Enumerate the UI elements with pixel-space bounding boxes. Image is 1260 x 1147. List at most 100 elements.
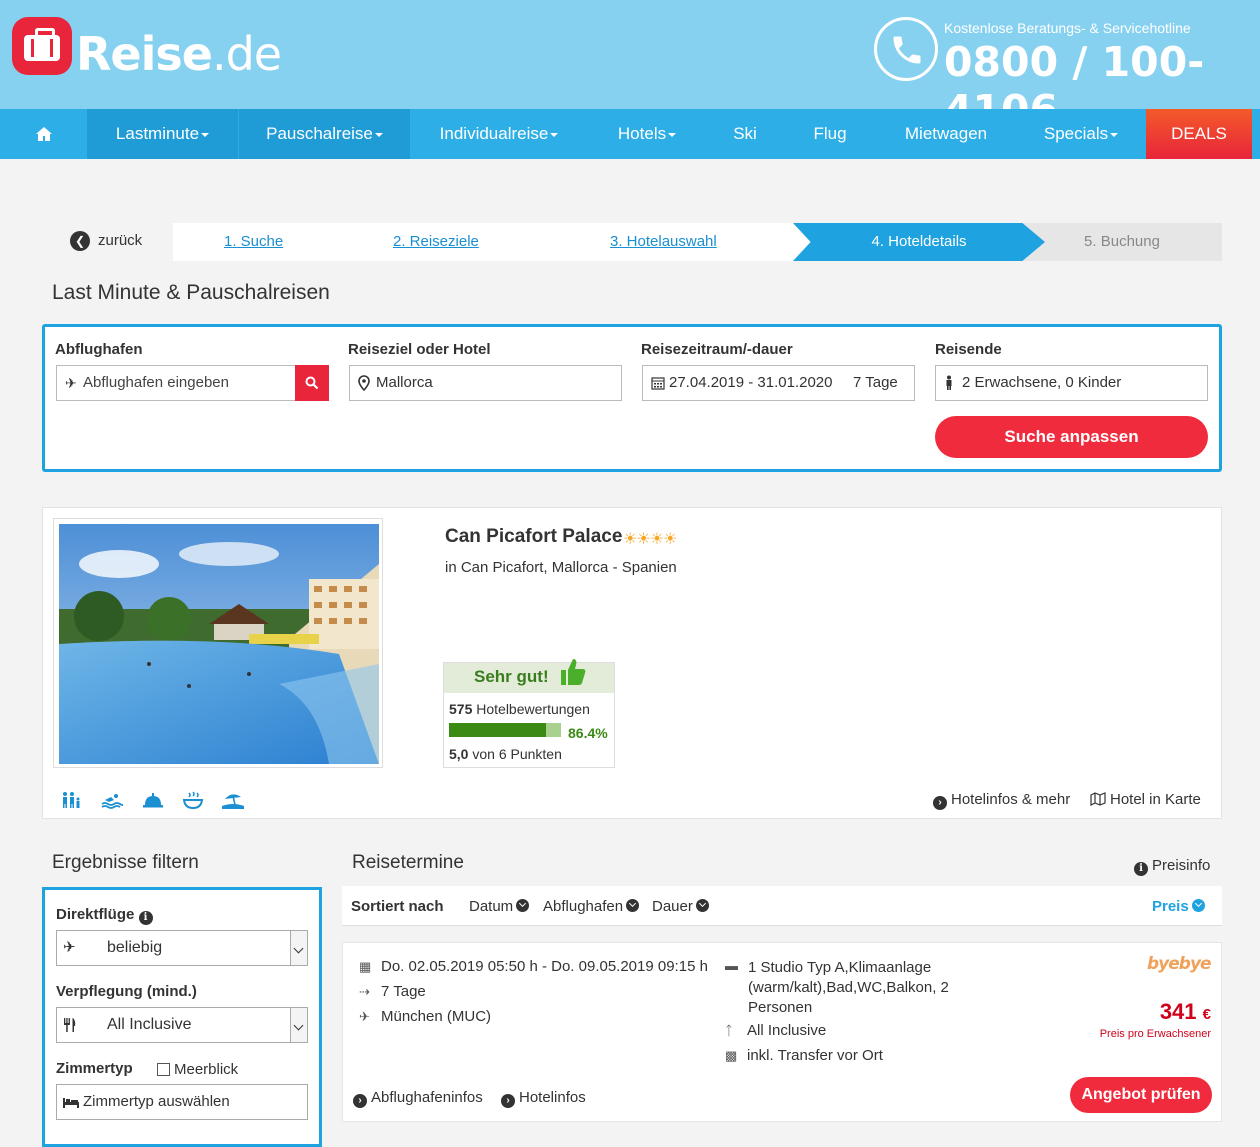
brand-logo[interactable]: Reise.de: [76, 28, 282, 80]
map-icon: [1090, 792, 1106, 806]
check-offer-button[interactable]: Angebot prüfen: [1070, 1077, 1212, 1113]
filter-panel: Direktflüge i ✈ beliebig Verpflegung (min…: [42, 887, 322, 1147]
recommendation-percent: 86.4%: [568, 725, 608, 741]
offer-duration: ⇢ 7 Tage: [359, 983, 426, 1000]
bus-icon: ▩: [725, 1048, 738, 1063]
caret-down-icon: [1110, 132, 1119, 137]
chevron-down-icon: [695, 899, 709, 912]
chevron-left-icon: ❮: [70, 231, 90, 251]
nav-mietwagen[interactable]: Mietwagen: [876, 109, 1016, 159]
beach-icon[interactable]: [222, 791, 244, 814]
cutlery-icon: ᛏ: [725, 1023, 733, 1038]
search-icon: [305, 376, 319, 390]
booking-steps: ❮ zurück 1. Suche 2. Reiseziele 3. Hotela…: [62, 223, 1222, 261]
recommendation-bar: [449, 723, 561, 737]
sort-date[interactable]: Datum: [469, 898, 530, 915]
offer-board: ᛏ All Inclusive: [725, 1022, 827, 1039]
offer-card: ▦ Do. 02.05.2019 05:50 h - Do. 09.05.2019…: [342, 942, 1222, 1122]
airport-info-link[interactable]: › Abflughafeninfos: [353, 1089, 483, 1108]
wellness-icon[interactable]: [182, 791, 204, 814]
chevron-down-icon: [626, 899, 640, 912]
hotel-info-link[interactable]: › Hotelinfos & mehr: [933, 791, 1070, 810]
filter-heading: Ergebnisse filtern: [52, 852, 199, 873]
star-rating: ☀☀☀☀: [623, 531, 677, 548]
nav-specials[interactable]: Specials: [1016, 109, 1146, 159]
info-icon[interactable]: i: [138, 911, 153, 925]
caret-down-icon: [550, 132, 559, 137]
chevron-right-icon: ›: [501, 1094, 515, 1108]
rating-box[interactable]: Sehr gut! 575 Hotelbewertungen 86.4% 5,0…: [443, 659, 615, 768]
calendar-icon: [651, 366, 665, 402]
family-icon[interactable]: [61, 791, 83, 814]
nav-deals[interactable]: DEALS: [1146, 109, 1252, 159]
plane-icon: ✈: [359, 1009, 370, 1024]
cutlery-icon: [63, 1008, 77, 1046]
map-pin-icon: [358, 366, 370, 403]
room-type-input[interactable]: Zimmertyp auswählen: [56, 1084, 308, 1120]
bed-icon: ▬: [725, 958, 738, 973]
rating-title: Sehr gut!: [474, 667, 549, 686]
hotel-name: Can Picafort Palace: [445, 526, 623, 547]
bed-icon: [63, 1085, 79, 1121]
search-heading: Last Minute & Pauschalreisen: [52, 281, 330, 304]
step-reiseziele[interactable]: 2. Reiseziele: [393, 233, 479, 250]
hotline-label: Kostenlose Beratungs- & Servicehotline: [944, 20, 1191, 36]
thumbs-up-icon: [561, 659, 586, 685]
plane-icon: ✈: [65, 375, 77, 391]
room-type-label: Zimmertyp: [56, 1060, 133, 1077]
hotel-location: in Can Picafort, Mallorca - Spanien: [445, 559, 677, 576]
chevron-down-icon: [290, 931, 307, 965]
nav-lastminute[interactable]: Lastminute: [87, 109, 238, 159]
checkbox-icon: [157, 1063, 170, 1076]
travelers-input[interactable]: 2 Erwachsene, 0 Kinder: [935, 365, 1208, 401]
hotel-map-link[interactable]: Hotel in Karte: [1090, 791, 1201, 808]
sort-airport[interactable]: Abflughafen: [543, 898, 640, 915]
seaview-checkbox[interactable]: Meerblick: [157, 1061, 238, 1078]
sort-duration[interactable]: Dauer: [652, 898, 709, 915]
reception-bell-icon[interactable]: [142, 791, 164, 814]
search-button[interactable]: [295, 365, 329, 401]
offer-room: ▬ 1 Studio Typ A,Klimaanlage (warm/kalt),…: [725, 958, 949, 1016]
step-suche[interactable]: 1. Suche: [224, 233, 283, 250]
nav-pauschalreise[interactable]: Pauschalreise: [239, 109, 410, 159]
destination-label: Reiseziel oder Hotel: [348, 341, 491, 358]
nav-hotels[interactable]: Hotels: [588, 109, 706, 159]
board-select[interactable]: All Inclusive: [56, 1007, 308, 1043]
swimming-icon[interactable]: [101, 791, 124, 814]
score-value: 5,0: [449, 746, 469, 762]
period-input[interactable]: 27.04.2019 - 31.01.2020 7 Tage: [642, 365, 915, 401]
nav-flug[interactable]: Flug: [784, 109, 876, 159]
step-hotelauswahl[interactable]: 3. Hotelauswahl: [610, 233, 717, 250]
duration-value: 7 Tage: [853, 374, 898, 391]
chevron-down-icon: [1191, 899, 1205, 912]
recommendation-bar-fill: [449, 723, 546, 737]
nav-ski[interactable]: Ski: [706, 109, 784, 159]
price-info-link[interactable]: i Preisinfo: [1134, 857, 1210, 876]
chevron-down-icon: [516, 899, 530, 912]
caret-down-icon: [201, 132, 210, 137]
hotel-info-link-offer[interactable]: › Hotelinfos: [501, 1089, 586, 1108]
destination-input[interactable]: Mallorca: [349, 365, 622, 401]
search-form: Abflughafen ✈ Abflughafen eingeben Reise…: [42, 324, 1222, 472]
direct-flights-select[interactable]: ✈ beliebig: [56, 930, 308, 966]
hotel-card: Can Picafort Palace ☀☀☀☀ in Can Picafort…: [42, 507, 1222, 819]
suitcase-logo-icon[interactable]: [12, 17, 72, 75]
person-icon: [944, 366, 954, 403]
site-header: Reise.de Kostenlose Beratungs- & Service…: [0, 0, 1260, 134]
hotel-pool-image: [59, 524, 379, 764]
step-buchung: 5. Buchung: [1022, 223, 1222, 261]
sort-bar: Sortiert nach Datum Abflughafen Dauer Pr…: [342, 886, 1222, 926]
sort-label: Sortiert nach: [351, 898, 444, 915]
adjust-search-button[interactable]: Suche anpassen: [935, 416, 1208, 458]
results-heading: Reisetermine: [352, 852, 464, 873]
operator-logo: byebye: [1147, 954, 1212, 974]
hotel-photo[interactable]: [53, 518, 383, 768]
sort-price[interactable]: Preis: [1152, 898, 1205, 915]
period-label: Reisezeitraum/-dauer: [641, 341, 793, 358]
back-link[interactable]: ❮ zurück: [70, 231, 142, 251]
nav-individualreise[interactable]: Individualreise: [410, 109, 588, 159]
airport-input[interactable]: ✈ Abflughafen eingeben: [56, 365, 329, 401]
price-note: Preis pro Erwachsener: [1099, 1028, 1211, 1040]
nav-home[interactable]: [0, 109, 87, 159]
main-nav: Lastminute Pauschalreise Individualreise…: [0, 109, 1260, 159]
